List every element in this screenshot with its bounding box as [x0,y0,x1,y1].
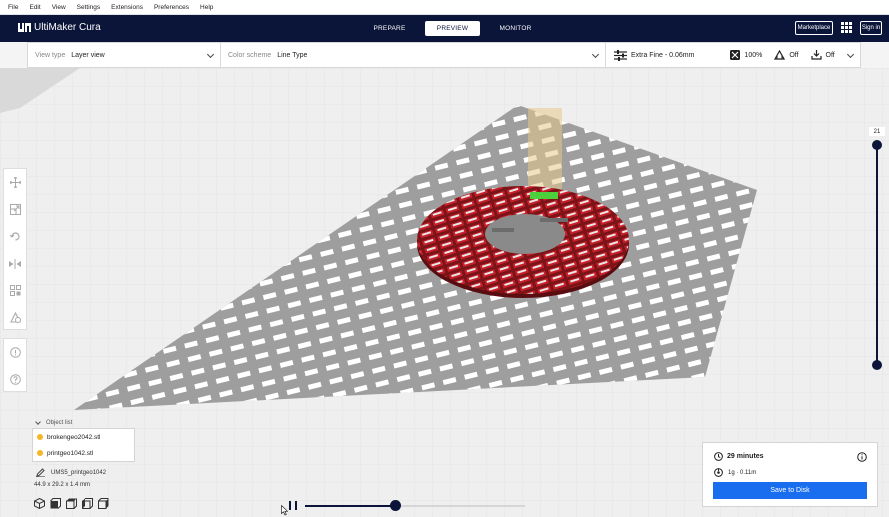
camera-view-buttons [34,498,114,509]
profile-setting: Extra Fine - 0.06mm [614,49,695,61]
move-tool[interactable] [4,169,26,196]
help-circle-icon [9,374,21,385]
simulation-slider-fill [305,505,396,507]
right-view-icon[interactable] [98,498,109,509]
chevron-down-icon [846,50,855,59]
brand-name: UltiMaker Cura [34,22,101,33]
tab-preview[interactable]: PREVIEW [425,21,480,36]
object-name: brokengeo2042.stl [47,433,101,441]
model-tools-toolbar [3,168,27,330]
layer-slider-bottom-handle[interactable] [872,360,882,370]
view-type-value: Layer view [71,51,105,59]
stage-tabs: PREPARE PREVIEW MONITOR [362,21,551,36]
print-time-value: 29 minutes [727,453,764,460]
infill-setting: 100% [730,50,762,60]
pencil-icon [36,468,45,477]
material-usage-value: 1g · 0.11m [728,469,757,476]
front-view-icon[interactable] [50,498,61,509]
menu-settings[interactable]: Settings [77,4,101,11]
support-value: Off [789,51,799,59]
current-layer-label: 21 [869,127,885,136]
mirror-icon [9,258,21,269]
marketplace-button[interactable]: Marketplace [795,21,833,35]
extruder-color-icon [37,434,43,440]
3d-view-icon[interactable] [34,498,45,509]
support-blocker-tool[interactable] [4,304,26,331]
list-item[interactable]: printgeo1042.stl [33,445,134,461]
rotate-tool[interactable] [4,223,26,250]
sign-in-button[interactable]: Sign in [860,21,882,35]
menu-file[interactable]: File [8,4,18,11]
print-settings-button[interactable]: Extra Fine - 0.06mm 100% Off Off [606,43,860,67]
job-name-text: UMS5_printgeo1042 [51,469,107,476]
rotate-icon [9,232,20,241]
object-name: printgeo1042.stl [47,449,94,457]
brand-logo: UltiMaker Cura [18,22,101,33]
support-blocker-icon [9,312,21,323]
support-setting: Off [774,50,799,60]
tab-prepare[interactable]: PREPARE [362,21,417,36]
save-to-disk-button[interactable]: Save to Disk [713,482,867,499]
simulation-slider-handle[interactable] [389,500,401,511]
left-view-icon[interactable] [82,498,93,509]
profile-value: Extra Fine - 0.06mm [631,51,695,59]
adhesion-value: Off [825,51,835,59]
app-header: UltiMaker Cura PREPARE PREVIEW MONITOR M… [0,15,889,42]
per-model-settings-icon [9,285,21,296]
print-info-panel: 29 minutes 1g · 0.11m Save to Disk [702,442,878,507]
menu-help[interactable]: Help [200,4,213,11]
info-tool[interactable] [4,339,26,366]
view-type-select[interactable]: View type Layer view [28,43,221,67]
alert-circle-icon [9,347,21,358]
job-name[interactable]: UMS5_printgeo1042 [36,468,106,477]
top-view-icon[interactable] [66,498,77,509]
material-usage: 1g · 0.11m [714,468,756,477]
top-layer-highlight [530,192,558,199]
list-item[interactable]: brokengeo2042.stl [33,429,134,445]
print-time: 29 minutes [714,452,764,461]
color-scheme-select[interactable]: Color scheme Line Type [221,43,606,67]
menu-view[interactable]: View [52,4,66,11]
infill-icon [730,50,741,60]
support-icon [774,50,786,60]
spool-icon [714,468,723,477]
apps-grid-icon[interactable] [841,22,852,33]
chevron-down-icon [35,419,41,425]
scale-icon [9,204,21,215]
ultimaker-logo-icon [18,23,31,32]
chevron-down-icon [206,50,215,59]
mirror-tool[interactable] [4,250,26,277]
color-scheme-label: Color scheme [228,51,272,59]
menu-preferences[interactable]: Preferences [154,4,189,11]
view-type-label: View type [35,51,66,59]
menu-bar: File Edit View Settings Extensions Prefe… [0,0,889,15]
model-dimensions: 44.9 x 29.2 x 1.4 mm [34,482,91,488]
object-list-title: Object list [46,420,73,426]
per-model-settings-tool[interactable] [4,277,26,304]
object-list: brokengeo2042.stl printgeo1042.stl [32,428,135,462]
info-icon[interactable] [857,452,867,462]
menu-edit[interactable]: Edit [29,4,40,11]
adhesion-icon [810,50,822,60]
menu-extensions[interactable]: Extensions [111,4,143,11]
mouse-cursor-icon [281,505,288,516]
infill-value: 100% [744,51,763,59]
clock-icon [714,452,723,461]
extruder-color-icon [37,450,43,456]
pause-button[interactable] [289,501,297,510]
adhesion-setting: Off [810,50,835,60]
help-tool[interactable] [4,366,26,393]
tab-monitor[interactable]: MONITOR [488,21,543,36]
layer-slider-track[interactable] [876,145,878,365]
scale-tool[interactable] [4,196,26,223]
chevron-down-icon [591,50,600,59]
extra-tools-toolbar [3,338,27,392]
layer-slider-top-handle[interactable] [872,140,882,150]
sliders-icon [614,49,627,61]
object-list-toggle[interactable]: Object list [35,419,73,426]
view-settings-bar: View type Layer view Color scheme Line T… [27,42,861,68]
color-scheme-value: Line Type [277,51,308,59]
move-icon [9,177,21,188]
